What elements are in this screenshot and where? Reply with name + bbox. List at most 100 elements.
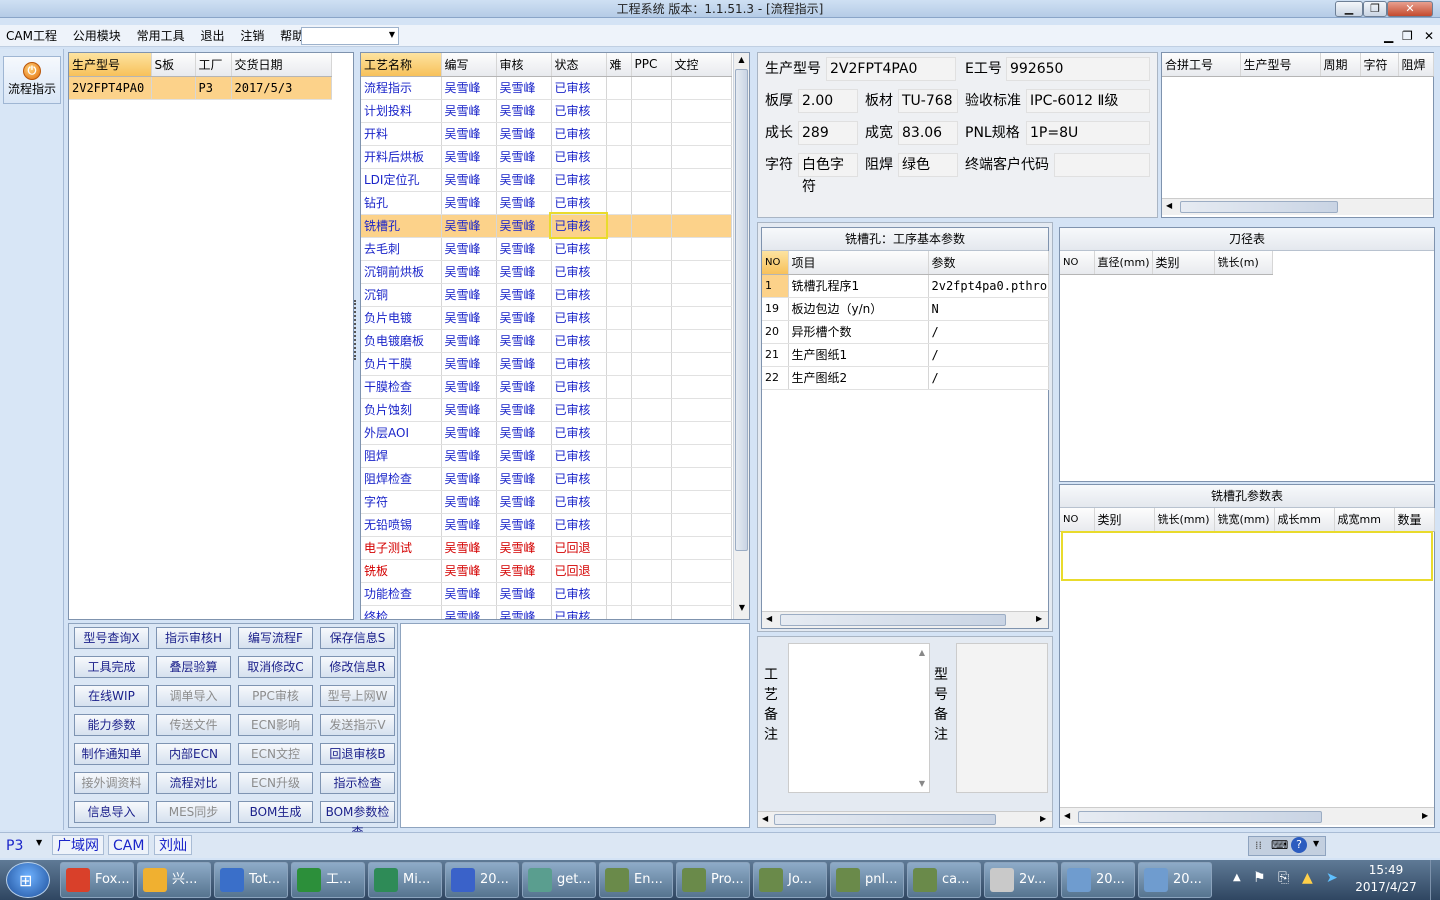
process-row[interactable]: 外层AOI 吴雪峰 吴雪峰 已审核	[361, 421, 732, 445]
action-button-4[interactable]: 工具完成	[74, 656, 149, 678]
param-no[interactable]: 21	[762, 343, 789, 367]
process-row[interactable]: 阻焊检查 吴雪峰 吴雪峰 已审核	[361, 467, 732, 491]
process-doc-control[interactable]	[671, 582, 732, 606]
col-process-name[interactable]: 工艺名称	[361, 53, 442, 77]
action-button-2[interactable]: 编写流程F	[238, 627, 313, 649]
process-ppc[interactable]	[631, 168, 672, 192]
pnl-field[interactable]: 1P=8U	[1026, 121, 1150, 145]
app-tray-icon[interactable]: ▲	[1302, 870, 1313, 886]
process-name[interactable]: 干膜检查	[361, 375, 442, 399]
process-difficulty[interactable]	[606, 122, 632, 146]
process-reviewer[interactable]: 吴雪峰	[496, 375, 552, 399]
scroll-down-icon[interactable]: ▼	[734, 603, 749, 612]
action-button-17[interactable]: 内部ECN	[156, 743, 231, 765]
action-button-8[interactable]: 在线WIP	[74, 685, 149, 707]
col-doc-control[interactable]: 文控	[671, 53, 732, 77]
process-reviewer[interactable]: 吴雪峰	[496, 237, 552, 261]
process-name[interactable]: 去毛刺	[361, 237, 442, 261]
process-reviewer[interactable]: 吴雪峰	[496, 559, 552, 583]
col-param-no[interactable]: NO	[762, 251, 789, 275]
process-writer[interactable]: 吴雪峰	[441, 536, 497, 560]
legend-field[interactable]: 白色字符	[798, 153, 858, 195]
scroll-right-icon[interactable]: ▶	[1040, 814, 1046, 823]
process-name[interactable]: 负片电镀	[361, 306, 442, 330]
menu-tools[interactable]: 常用工具	[131, 25, 191, 47]
process-writer[interactable]: 吴雪峰	[441, 76, 497, 100]
process-status[interactable]: 已审核	[549, 212, 608, 239]
mdi-minimize-icon[interactable]: ▁	[1384, 29, 1393, 43]
process-doc-control[interactable]	[671, 168, 732, 192]
params-hscroll-thumb[interactable]	[780, 614, 1006, 626]
col-reviewer[interactable]: 审核	[496, 53, 552, 77]
process-row[interactable]: 去毛刺 吴雪峰 吴雪峰 已审核	[361, 237, 732, 261]
process-doc-control[interactable]	[671, 467, 732, 491]
col-prod-model[interactable]: 生产型号	[69, 53, 152, 77]
process-row[interactable]: 计划投料 吴雪峰 吴雪峰 已审核	[361, 99, 732, 123]
col-delivery-date[interactable]: 交货日期	[231, 53, 332, 77]
thickness-field[interactable]: 2.00	[798, 89, 858, 113]
process-ppc[interactable]	[631, 582, 672, 606]
process-doc-control[interactable]	[671, 375, 732, 399]
col-slot-no[interactable]: NO	[1060, 508, 1095, 532]
col-merge-cycle[interactable]: 周期	[1320, 53, 1361, 77]
col-tool-category[interactable]: 类别	[1152, 251, 1215, 275]
process-ppc[interactable]	[631, 444, 672, 468]
process-doc-control[interactable]	[671, 559, 732, 583]
process-doc-control[interactable]	[671, 99, 732, 123]
col-tool-length[interactable]: 铣长(m)	[1214, 251, 1273, 275]
process-status[interactable]: 已审核	[551, 168, 607, 192]
col-tool-no[interactable]: NO	[1060, 251, 1095, 275]
param-value[interactable]: /	[928, 320, 1049, 344]
col-s-board[interactable]: S板	[151, 53, 196, 77]
process-ppc[interactable]	[631, 260, 672, 284]
process-reviewer[interactable]: 吴雪峰	[496, 398, 552, 422]
notes-hscroll[interactable]: ◀ ▶	[758, 811, 1052, 827]
standard-field[interactable]: IPC-6012 Ⅱ级	[1026, 89, 1150, 113]
process-difficulty[interactable]	[606, 582, 632, 606]
param-item[interactable]: 板边包边（y/n）	[788, 297, 929, 321]
order-prod-model[interactable]: 2V2FPT4PA0	[69, 76, 152, 100]
col-slot-category[interactable]: 类别	[1094, 508, 1155, 532]
process-name[interactable]: 负片蚀刻	[361, 398, 442, 422]
process-writer[interactable]: 吴雪峰	[441, 490, 497, 514]
process-reviewer[interactable]: 吴雪峰	[496, 329, 552, 353]
process-name[interactable]: 负片干膜	[361, 352, 442, 376]
process-name[interactable]: 沉铜前烘板	[361, 260, 442, 284]
param-item[interactable]: 异形槽个数	[788, 320, 929, 344]
param-value[interactable]: 2v2fpt4pa0.pthrou	[928, 274, 1049, 298]
keyboard-icon[interactable]: ⌨	[1271, 838, 1288, 852]
process-difficulty[interactable]	[606, 352, 632, 376]
param-row[interactable]: 1 铣槽孔程序1 2v2fpt4pa0.pthrou	[762, 274, 1049, 298]
process-difficulty[interactable]	[606, 191, 632, 215]
process-difficulty[interactable]	[606, 260, 632, 284]
taskbar-app-8[interactable]: Pro...	[676, 862, 750, 898]
process-ppc[interactable]	[631, 375, 672, 399]
process-status[interactable]: 已审核	[551, 329, 607, 353]
taskbar-app-13[interactable]: 20...	[1061, 862, 1135, 898]
params-hscroll[interactable]: ◀ ▶	[762, 611, 1048, 628]
merge-hscroll[interactable]: ◀	[1162, 198, 1433, 215]
process-name[interactable]: 功能检查	[361, 582, 442, 606]
process-row[interactable]: 开料后烘板 吴雪峰 吴雪峰 已审核	[361, 145, 732, 169]
taskbar-app-12[interactable]: 2v...	[984, 862, 1058, 898]
scroll-left-icon[interactable]: ◀	[766, 614, 772, 623]
process-status[interactable]: 已回退	[551, 536, 607, 560]
slot-hscroll-thumb[interactable]	[1078, 811, 1322, 823]
param-no[interactable]: 1	[762, 274, 789, 298]
process-writer[interactable]: 吴雪峰	[441, 191, 497, 215]
process-doc-control[interactable]	[671, 306, 732, 330]
process-ppc[interactable]	[631, 467, 672, 491]
clock[interactable]: 15:49 2017/4/27	[1346, 862, 1426, 898]
process-doc-control[interactable]	[671, 536, 732, 560]
col-ppc[interactable]: PPC	[631, 53, 672, 77]
customer-code-field[interactable]	[1054, 153, 1150, 177]
process-ppc[interactable]	[631, 352, 672, 376]
param-value[interactable]: /	[928, 343, 1049, 367]
process-name[interactable]: 流程指示	[361, 76, 442, 100]
action-button-20[interactable]: 接外调资料	[74, 772, 149, 794]
process-reviewer[interactable]: 吴雪峰	[496, 99, 552, 123]
process-row[interactable]: 铣槽孔 吴雪峰 吴雪峰 已审核	[361, 212, 732, 239]
chevron-down-icon[interactable]: ▼	[1313, 839, 1319, 848]
process-row[interactable]: 沉铜前烘板 吴雪峰 吴雪峰 已审核	[361, 260, 732, 284]
param-value[interactable]: N	[928, 297, 1049, 321]
